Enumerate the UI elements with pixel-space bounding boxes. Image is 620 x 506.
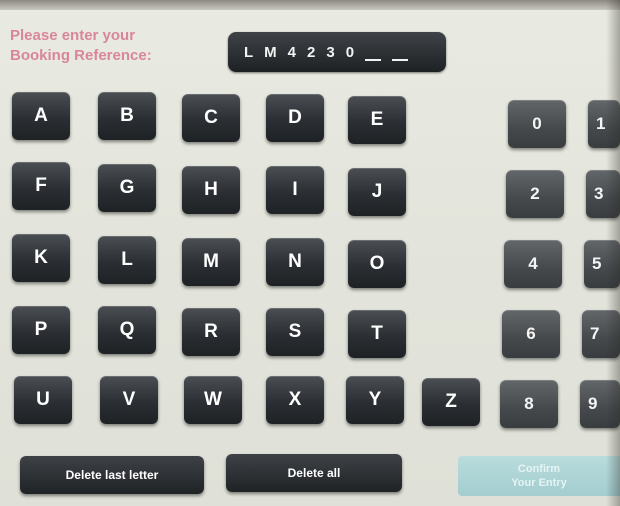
key-w[interactable]: W [184, 376, 242, 424]
booking-reference-prompt: Please enter your Booking Reference: [10, 26, 210, 66]
key-c[interactable]: C [182, 94, 240, 142]
key-5[interactable]: 5 [584, 240, 620, 288]
reference-char: 3 [326, 43, 335, 61]
key-n[interactable]: N [266, 238, 324, 286]
key-o[interactable]: O [348, 240, 406, 288]
booking-reference-display: L M 4 2 3 0 [228, 32, 446, 72]
key-h[interactable]: H [182, 166, 240, 214]
confirm-label-line-1: Confirm [517, 463, 561, 475]
confirm-entry-button[interactable]: Confirm Your Entry [458, 456, 620, 496]
key-0[interactable]: 0 [508, 100, 566, 148]
reference-char: 0 [345, 43, 355, 61]
key-d[interactable]: D [266, 94, 324, 142]
confirm-label-line-2: Your Entry [511, 477, 567, 489]
key-i[interactable]: I [266, 166, 324, 214]
delete-last-letter-button[interactable]: Delete last letter [20, 456, 204, 494]
key-x[interactable]: X [266, 376, 324, 424]
reference-char: L [244, 43, 254, 61]
prompt-line-1: Please enter your [10, 27, 136, 44]
key-8[interactable]: 8 [500, 380, 558, 428]
key-l[interactable]: L [98, 236, 156, 284]
key-g[interactable]: G [98, 164, 156, 212]
key-7[interactable]: 7 [582, 310, 620, 358]
key-2[interactable]: 2 [506, 170, 564, 218]
key-q[interactable]: Q [98, 306, 156, 354]
key-s[interactable]: S [266, 308, 324, 356]
key-6[interactable]: 6 [502, 310, 560, 358]
key-p[interactable]: P [12, 306, 70, 354]
key-f[interactable]: F [12, 162, 70, 210]
kiosk-screen: Please enter your Booking Reference: L M… [0, 0, 620, 506]
reference-char: M [264, 43, 277, 61]
key-k[interactable]: K [12, 234, 70, 282]
key-1[interactable]: 1 [588, 100, 620, 148]
key-j[interactable]: J [348, 168, 406, 216]
key-m[interactable]: M [182, 238, 240, 286]
key-t[interactable]: T [348, 310, 406, 358]
key-r[interactable]: R [182, 308, 240, 356]
prompt-line-2: Booking Reference: [10, 47, 152, 64]
delete-all-button[interactable]: Delete all [226, 454, 402, 492]
key-b[interactable]: B [98, 92, 156, 140]
reference-characters: L M 4 2 3 0 [244, 40, 409, 64]
reference-blank-slot [365, 59, 382, 61]
key-v[interactable]: V [100, 376, 158, 424]
key-u[interactable]: U [14, 376, 72, 424]
key-z[interactable]: Z [422, 378, 480, 426]
reference-char: 4 [287, 43, 297, 61]
key-3[interactable]: 3 [586, 170, 620, 218]
key-9[interactable]: 9 [580, 380, 620, 428]
reference-char: 2 [307, 43, 316, 61]
key-a[interactable]: A [12, 92, 70, 140]
key-y[interactable]: Y [346, 376, 404, 424]
reference-blank-slot [392, 59, 409, 61]
key-e[interactable]: E [348, 96, 406, 144]
key-4[interactable]: 4 [504, 240, 562, 288]
